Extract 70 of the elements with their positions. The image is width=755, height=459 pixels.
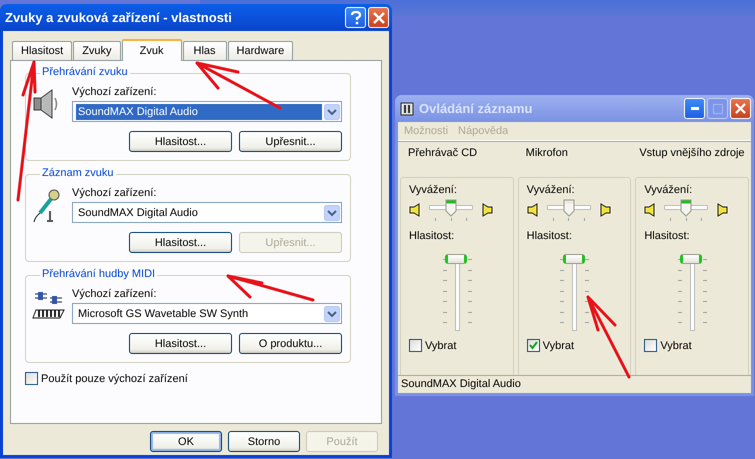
- left-speaker-icon: [644, 203, 656, 217]
- close-icon: [372, 12, 384, 24]
- balance-slider[interactable]: [546, 199, 591, 221]
- window-title: Zvuky a zvuková zařízení - vlastnosti: [5, 10, 232, 25]
- dialog-button[interactable]: Storno: [228, 431, 300, 452]
- tab[interactable]: Hardware: [228, 41, 294, 60]
- checkbox-label: Vybrat: [425, 340, 456, 352]
- minimize-button[interactable]: [684, 98, 705, 119]
- slider-thumb[interactable]: [445, 199, 457, 217]
- close-button[interactable]: [730, 98, 751, 119]
- right-speaker-icon: [716, 203, 728, 217]
- dialog-button[interactable]: Hlasitost...: [129, 131, 232, 152]
- balance-label: Vyvážení:: [644, 184, 694, 196]
- checkbox[interactable]: [526, 339, 540, 352]
- slider-thumb[interactable]: [445, 254, 467, 264]
- tab[interactable]: Hlasitost: [12, 41, 72, 60]
- channel-name: Mikrofon: [524, 147, 569, 161]
- checkbox[interactable]: [25, 372, 38, 385]
- window-title: Ovládání záznamu: [419, 101, 534, 116]
- tab[interactable]: Zvuk: [122, 39, 182, 61]
- checkbox-label: Vybrat: [542, 340, 574, 352]
- balance-label: Vyvážení:: [526, 184, 576, 196]
- tab[interactable]: Hlas: [182, 41, 227, 60]
- slider-thumb[interactable]: [562, 254, 585, 264]
- left-speaker-icon: [409, 203, 421, 217]
- right-speaker-icon: [598, 203, 611, 217]
- volume-label: Hlasitost:: [409, 230, 456, 242]
- caret-icon: [324, 204, 340, 220]
- balance-slider[interactable]: [664, 199, 708, 221]
- checkbox-label: Použít pouze výchozí zařízení: [41, 372, 188, 384]
- right-speaker-icon: [481, 203, 493, 217]
- checkbox[interactable]: [409, 339, 422, 352]
- microphone-icon: [32, 189, 62, 223]
- field-label: Výchozí zařízení:: [72, 187, 158, 199]
- checkbox[interactable]: [644, 339, 658, 352]
- slider-thumb[interactable]: [680, 254, 702, 264]
- group-legend: Přehrávání zvuku: [40, 66, 130, 78]
- field-label: Výchozí zařízení:: [72, 288, 158, 300]
- minimize-icon: [690, 107, 698, 110]
- dialog-button[interactable]: Hlasitost...: [129, 333, 232, 354]
- help-button[interactable]: [345, 7, 366, 28]
- group-legend: Záznam zvuku: [40, 167, 116, 179]
- caret-icon: [324, 306, 340, 322]
- device-dropdown[interactable]: SoundMAX Digital Audio: [72, 202, 342, 223]
- close-button[interactable]: [368, 7, 389, 28]
- channel-name: Přehrávač CD: [407, 147, 478, 161]
- help-icon: [350, 10, 362, 24]
- close-icon: [735, 103, 746, 114]
- balance-label: Vyvážení:: [409, 184, 458, 196]
- volume-label: Hlasitost:: [526, 230, 573, 242]
- checkbox-label: Vybrat: [660, 340, 692, 352]
- device-dropdown[interactable]: SoundMAX Digital Audio: [72, 101, 342, 122]
- dialog-button[interactable]: O produktu...: [239, 333, 342, 354]
- tab[interactable]: Zvuky: [73, 41, 121, 60]
- caret-icon: [324, 104, 340, 120]
- dialog-button[interactable]: OK: [150, 431, 222, 452]
- volume-label: Hlasitost:: [644, 230, 691, 242]
- status-bar: SoundMAX Digital Audio: [398, 375, 751, 393]
- channel-name: Vstup vnějšího zdroje: [638, 147, 746, 161]
- app-icon: [400, 102, 414, 116]
- dialog-button[interactable]: Upřesnit...: [239, 131, 342, 152]
- field-label: Výchozí zařízení:: [72, 86, 158, 98]
- slider-thumb[interactable]: [680, 199, 692, 217]
- left-speaker-icon: [526, 203, 539, 217]
- maximize-icon: [712, 104, 722, 114]
- group-legend: Přehrávání hudby MIDI: [40, 268, 158, 280]
- balance-slider[interactable]: [429, 199, 473, 221]
- dialog-button[interactable]: Hlasitost...: [129, 232, 232, 253]
- device-dropdown[interactable]: Microsoft GS Wavetable SW Synth: [72, 303, 342, 324]
- speaker-icon: [32, 88, 60, 120]
